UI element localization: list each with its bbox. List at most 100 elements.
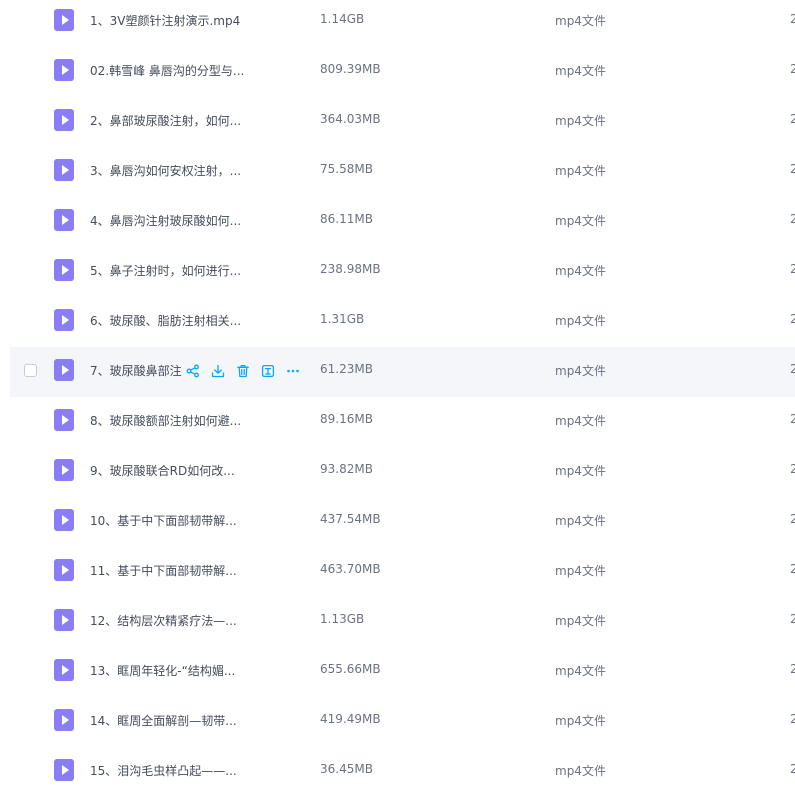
file-row[interactable]: 13、眶周年轻化-“结构媚... 655.66MB mp4文件 2 <box>10 647 795 697</box>
file-row[interactable]: 9、玻尿酸联合RD如何改... 93.82MB mp4文件 2 <box>10 447 795 497</box>
file-extra: 2 <box>790 362 795 376</box>
file-type: mp4文件 <box>555 164 606 178</box>
download-icon[interactable] <box>210 363 226 379</box>
file-type: mp4文件 <box>555 514 606 528</box>
file-extra: 2 <box>790 662 795 676</box>
file-extra: 2 <box>790 512 795 526</box>
file-type: mp4文件 <box>555 414 606 428</box>
file-size: 36.45MB <box>320 762 373 776</box>
share-icon[interactable] <box>185 363 201 379</box>
file-row[interactable]: 2、鼻部玻尿酸注射，如何... 364.03MB mp4文件 2 <box>10 97 795 147</box>
file-type: mp4文件 <box>555 364 606 378</box>
video-file-icon <box>54 159 74 181</box>
video-file-icon <box>54 109 74 131</box>
file-row[interactable]: 15、泪沟毛虫样凸起——... 36.45MB mp4文件 2 <box>10 747 795 797</box>
file-row[interactable]: 4、鼻唇沟注射玻尿酸如何... 86.11MB mp4文件 2 <box>10 197 795 247</box>
video-file-icon <box>54 759 74 781</box>
file-type: mp4文件 <box>555 614 606 628</box>
video-file-icon <box>54 359 74 381</box>
file-type: mp4文件 <box>555 114 606 128</box>
file-list: 1、3V塑颜针注射演示.mp4 1.14GB mp4文件 2 02.韩雪峰 鼻唇… <box>0 0 795 795</box>
file-row[interactable]: 6、玻尿酸、脂肪注射相关... 1.31GB mp4文件 2 <box>10 297 795 347</box>
video-file-icon <box>54 309 74 331</box>
video-file-icon <box>54 59 74 81</box>
file-name[interactable]: 2、鼻部玻尿酸注射，如何... <box>90 112 250 129</box>
file-extra: 2 <box>790 412 795 426</box>
file-type: mp4文件 <box>555 764 606 778</box>
more-icon[interactable] <box>285 363 301 379</box>
file-extra: 2 <box>790 62 795 76</box>
file-row-hovered[interactable]: 7、玻尿酸鼻部注 61.23MB mp4文件 2 <box>10 347 795 397</box>
file-size: 61.23MB <box>320 362 373 376</box>
file-row[interactable]: 12、结构层次精紧疗法—... 1.13GB mp4文件 2 <box>10 597 795 647</box>
file-size: 1.13GB <box>320 612 365 626</box>
trash-icon[interactable] <box>235 363 251 379</box>
file-row[interactable]: 10、基于中下面部韧带解... 437.54MB mp4文件 2 <box>10 497 795 547</box>
file-name[interactable]: 3、鼻唇沟如何安权注射，... <box>90 162 250 179</box>
video-file-icon <box>54 709 74 731</box>
video-file-icon <box>54 409 74 431</box>
file-type: mp4文件 <box>555 214 606 228</box>
file-type: mp4文件 <box>555 464 606 478</box>
file-size: 75.58MB <box>320 162 373 176</box>
file-size: 463.70MB <box>320 562 381 576</box>
file-row[interactable]: 11、基于中下面部韧带解... 463.70MB mp4文件 2 <box>10 547 795 597</box>
file-size: 1.31GB <box>320 312 365 326</box>
file-extra: 2 <box>790 462 795 476</box>
file-extra: 2 <box>790 712 795 726</box>
file-name[interactable]: 11、基于中下面部韧带解... <box>90 562 250 579</box>
video-file-icon <box>54 659 74 681</box>
file-row[interactable]: 02.韩雪峰 鼻唇沟的分型与... 809.39MB mp4文件 2 <box>10 47 795 97</box>
file-type: mp4文件 <box>555 714 606 728</box>
file-name[interactable]: 7、玻尿酸鼻部注 <box>90 362 182 379</box>
file-size: 437.54MB <box>320 512 381 526</box>
file-type: mp4文件 <box>555 64 606 78</box>
file-row[interactable]: 1、3V塑颜针注射演示.mp4 1.14GB mp4文件 2 <box>10 0 795 47</box>
info-icon[interactable] <box>260 363 276 379</box>
row-actions <box>185 362 301 380</box>
file-row[interactable]: 8、玻尿酸额部注射如何避... 89.16MB mp4文件 2 <box>10 397 795 447</box>
file-name[interactable]: 9、玻尿酸联合RD如何改... <box>90 462 250 479</box>
file-size: 419.49MB <box>320 712 381 726</box>
file-name[interactable]: 15、泪沟毛虫样凸起——... <box>90 762 250 779</box>
file-type: mp4文件 <box>555 564 606 578</box>
file-size: 1.14GB <box>320 12 365 26</box>
video-file-icon <box>54 559 74 581</box>
file-name[interactable]: 10、基于中下面部韧带解... <box>90 512 250 529</box>
file-type: mp4文件 <box>555 664 606 678</box>
file-type: mp4文件 <box>555 14 606 28</box>
file-extra: 2 <box>790 212 795 226</box>
file-extra: 2 <box>790 312 795 326</box>
file-name[interactable]: 1、3V塑颜针注射演示.mp4 <box>90 12 250 29</box>
file-size: 238.98MB <box>320 262 381 276</box>
file-name[interactable]: 6、玻尿酸、脂肪注射相关... <box>90 312 250 329</box>
file-extra: 2 <box>790 12 795 26</box>
file-name[interactable]: 4、鼻唇沟注射玻尿酸如何... <box>90 212 250 229</box>
file-name[interactable]: 02.韩雪峰 鼻唇沟的分型与... <box>90 62 250 79</box>
file-size: 89.16MB <box>320 412 373 426</box>
file-row[interactable]: 5、鼻子注射时，如何进行... 238.98MB mp4文件 2 <box>10 247 795 297</box>
file-name[interactable]: 13、眶周年轻化-“结构媚... <box>90 662 250 679</box>
file-extra: 2 <box>790 262 795 276</box>
file-extra: 2 <box>790 762 795 776</box>
file-name[interactable]: 5、鼻子注射时，如何进行... <box>90 262 250 279</box>
file-size: 809.39MB <box>320 62 381 76</box>
file-name[interactable]: 14、眶周全面解剖—韧带... <box>90 712 250 729</box>
file-extra: 2 <box>790 562 795 576</box>
file-extra: 2 <box>790 612 795 626</box>
file-row[interactable]: 14、眶周全面解剖—韧带... 419.49MB mp4文件 2 <box>10 697 795 747</box>
file-size: 364.03MB <box>320 112 381 126</box>
video-file-icon <box>54 609 74 631</box>
video-file-icon <box>54 259 74 281</box>
file-name[interactable]: 8、玻尿酸额部注射如何避... <box>90 412 250 429</box>
file-type: mp4文件 <box>555 314 606 328</box>
file-extra: 2 <box>790 162 795 176</box>
video-file-icon <box>54 509 74 531</box>
file-name[interactable]: 12、结构层次精紧疗法—... <box>90 612 250 629</box>
file-extra: 2 <box>790 112 795 126</box>
file-size: 655.66MB <box>320 662 381 676</box>
file-size: 93.82MB <box>320 462 373 476</box>
file-row[interactable]: 3、鼻唇沟如何安权注射，... 75.58MB mp4文件 2 <box>10 147 795 197</box>
video-file-icon <box>54 459 74 481</box>
row-checkbox[interactable] <box>24 364 37 377</box>
